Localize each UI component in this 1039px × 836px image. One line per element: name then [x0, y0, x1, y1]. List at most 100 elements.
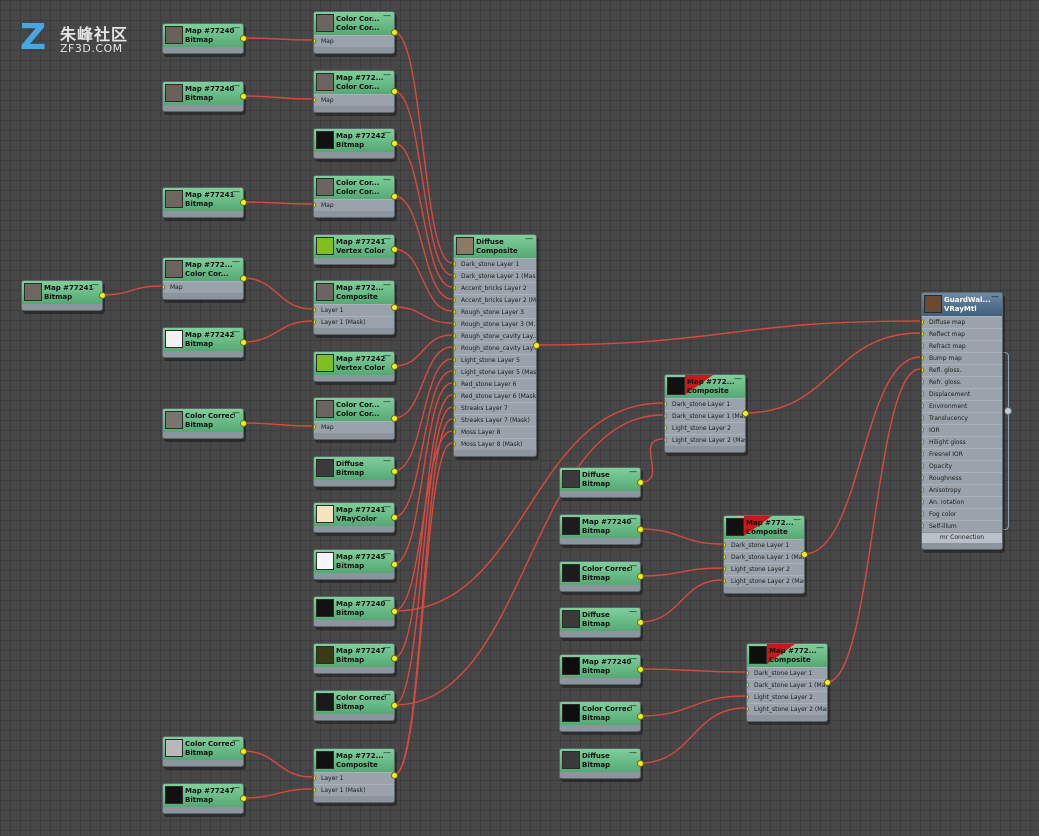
input-socket-icon[interactable]: [454, 405, 456, 411]
node-color-correct-bitmap[interactable]: Color Correct...Bitmap —: [559, 561, 644, 592]
input-socket-icon[interactable]: [665, 413, 667, 419]
input-socket-icon[interactable]: [747, 670, 749, 676]
input-socket-icon[interactable]: [314, 307, 316, 313]
input-socket-icon[interactable]: [665, 401, 667, 407]
minimize-icon[interactable]: —: [734, 375, 742, 383]
output-socket-icon[interactable]: [391, 514, 398, 521]
input-slot[interactable]: Diffuse map: [922, 316, 1002, 328]
node-map-772475-bitmap[interactable]: Map #772475 Bitmap —: [162, 783, 247, 814]
input-slot[interactable]: Map: [314, 94, 394, 106]
node-header[interactable]: Map #772459 Bitmap —: [314, 550, 394, 573]
output-socket-icon[interactable]: [240, 420, 247, 427]
node-header[interactable]: Map #772... Composite —: [724, 516, 804, 539]
node-color-correct-bitmap[interactable]: Color Correct...Bitmap —: [162, 408, 247, 439]
minimize-icon[interactable]: —: [525, 235, 533, 243]
minimize-icon[interactable]: —: [629, 562, 637, 570]
node-header[interactable]: Map #772408 Bitmap —: [560, 655, 640, 678]
minimize-icon[interactable]: —: [232, 82, 240, 90]
input-slot[interactable]: Hilight gloss: [922, 436, 1002, 448]
input-socket-icon[interactable]: [454, 297, 456, 303]
input-socket-icon[interactable]: [922, 451, 924, 457]
input-slot[interactable]: Light_stone Layer 2: [665, 422, 745, 434]
minimize-icon[interactable]: —: [383, 281, 391, 289]
input-socket-icon[interactable]: [314, 424, 316, 430]
input-socket-icon[interactable]: [314, 38, 316, 44]
input-socket-icon[interactable]: [922, 463, 924, 469]
input-socket-icon[interactable]: [922, 331, 924, 337]
output-socket-icon[interactable]: [240, 199, 247, 206]
output-socket-icon[interactable]: [637, 573, 644, 580]
output-socket-icon[interactable]: [391, 608, 398, 615]
input-slot[interactable]: Streaks Layer 7 (Mask): [454, 414, 536, 426]
node-map-772408-bitmap[interactable]: Map #772408 Bitmap —: [559, 654, 644, 685]
input-slot[interactable]: Moss Layer 8 (Mask): [454, 438, 536, 450]
input-slot[interactable]: Anisotropy: [922, 484, 1002, 496]
input-socket-icon[interactable]: [454, 429, 456, 435]
node-header[interactable]: Diffuse Bitmap —: [560, 749, 640, 772]
input-socket-icon[interactable]: [724, 542, 726, 548]
output-socket-icon[interactable]: [824, 679, 831, 686]
input-socket-icon[interactable]: [922, 499, 924, 505]
node-header[interactable]: Map #772420 Vertex Color —: [314, 352, 394, 375]
output-socket-icon[interactable]: [391, 415, 398, 422]
output-socket-icon[interactable]: [391, 363, 398, 370]
input-socket-icon[interactable]: [314, 97, 316, 103]
input-socket-icon[interactable]: [922, 319, 924, 325]
node-diffuse-bitmap[interactable]: Diffuse Bitmap —: [559, 748, 644, 779]
node-map-772-composite[interactable]: Map #772... Composite — Dark_stone Layer 1 D…: [664, 374, 749, 453]
input-slot[interactable]: Light_stone Layer 2 (Mask): [665, 434, 745, 446]
input-slot[interactable]: Map: [314, 421, 394, 433]
output-socket-icon[interactable]: [637, 666, 644, 673]
input-slot[interactable]: Opacity: [922, 460, 1002, 472]
node-map-772408-bitmap[interactable]: Map #772408 Bitmap —: [313, 596, 398, 627]
input-socket-icon[interactable]: [314, 775, 316, 781]
node-header[interactable]: Color Cor... Color Cor... —: [314, 398, 394, 421]
node-header[interactable]: Map #772424 Bitmap —: [163, 328, 243, 351]
input-slot[interactable]: Dark_stone Layer 1: [724, 539, 804, 551]
node-map-772408-bitmap[interactable]: Map #772408 Bitmap —: [559, 514, 644, 545]
input-slot[interactable]: Dark_stone Layer 1 (Mask): [665, 410, 745, 422]
input-socket-icon[interactable]: [922, 403, 924, 409]
output-socket-icon[interactable]: [637, 526, 644, 533]
node-map-772414-bitmap[interactable]: Map #772414 Bitmap —: [21, 280, 106, 311]
input-slot[interactable]: Bump map: [922, 352, 1002, 364]
minimize-icon[interactable]: —: [383, 398, 391, 406]
input-slot[interactable]: Dark_stone Layer 1: [454, 258, 536, 270]
input-slot[interactable]: Roughness: [922, 472, 1002, 484]
minimize-icon[interactable]: —: [629, 655, 637, 663]
node-header[interactable]: Map #772... Color Cor... —: [163, 258, 243, 281]
input-socket-icon[interactable]: [163, 284, 165, 290]
node-header[interactable]: Color Correct...Bitmap —: [163, 737, 243, 760]
input-socket-icon[interactable]: [747, 706, 749, 712]
minimize-icon[interactable]: —: [383, 176, 391, 184]
minimize-icon[interactable]: —: [629, 608, 637, 616]
node-header[interactable]: Diffuse Composite —: [454, 235, 536, 258]
node-header[interactable]: Map #772408 Bitmap —: [314, 597, 394, 620]
node-map-772413-vertex-color[interactable]: Map #772413 Vertex Color —: [313, 234, 398, 265]
input-socket-icon[interactable]: [922, 355, 924, 361]
input-slot[interactable]: Self-illum: [922, 520, 1002, 532]
node-map-772408-bitmap[interactable]: Map #772408 Bitmap —: [162, 81, 247, 112]
minimize-icon[interactable]: —: [383, 12, 391, 20]
node-map-772410-vraycolor[interactable]: Map #772410 VRayColor —: [313, 502, 398, 533]
input-socket-icon[interactable]: [454, 369, 456, 375]
node-map-772472-bitmap[interactable]: Map #772472 Bitmap —: [313, 643, 398, 674]
input-slot[interactable]: Accent_bricks Layer 2 (M...: [454, 294, 536, 306]
node-header[interactable]: Map #772... Composite —: [665, 375, 745, 398]
input-slot[interactable]: Dark_stone Layer 1: [747, 667, 827, 679]
node-map-772-composite[interactable]: Map #772... Composite — Layer 1 Layer 1 (Mas…: [313, 748, 398, 803]
node-map-772414-bitmap[interactable]: Map #772414 Bitmap —: [162, 187, 247, 218]
node-map-772408-bitmap[interactable]: Map #772408 Bitmap —: [162, 23, 247, 54]
minimize-icon[interactable]: —: [232, 409, 240, 417]
output-socket-icon[interactable]: [99, 292, 106, 299]
output-socket-icon[interactable]: [240, 748, 247, 755]
input-slot[interactable]: Refr. gloss.: [922, 376, 1002, 388]
node-header[interactable]: Color Cor... Color Cor... —: [314, 176, 394, 199]
input-socket-icon[interactable]: [454, 285, 456, 291]
node-header[interactable]: Map #772... Composite —: [314, 749, 394, 772]
input-socket-icon[interactable]: [454, 345, 456, 351]
node-header[interactable]: Map #772... Composite —: [747, 644, 827, 667]
minimize-icon[interactable]: —: [383, 503, 391, 511]
node-map-772459-bitmap[interactable]: Map #772459 Bitmap —: [313, 549, 398, 580]
node-header[interactable]: Color Correct...Bitmap —: [560, 562, 640, 585]
